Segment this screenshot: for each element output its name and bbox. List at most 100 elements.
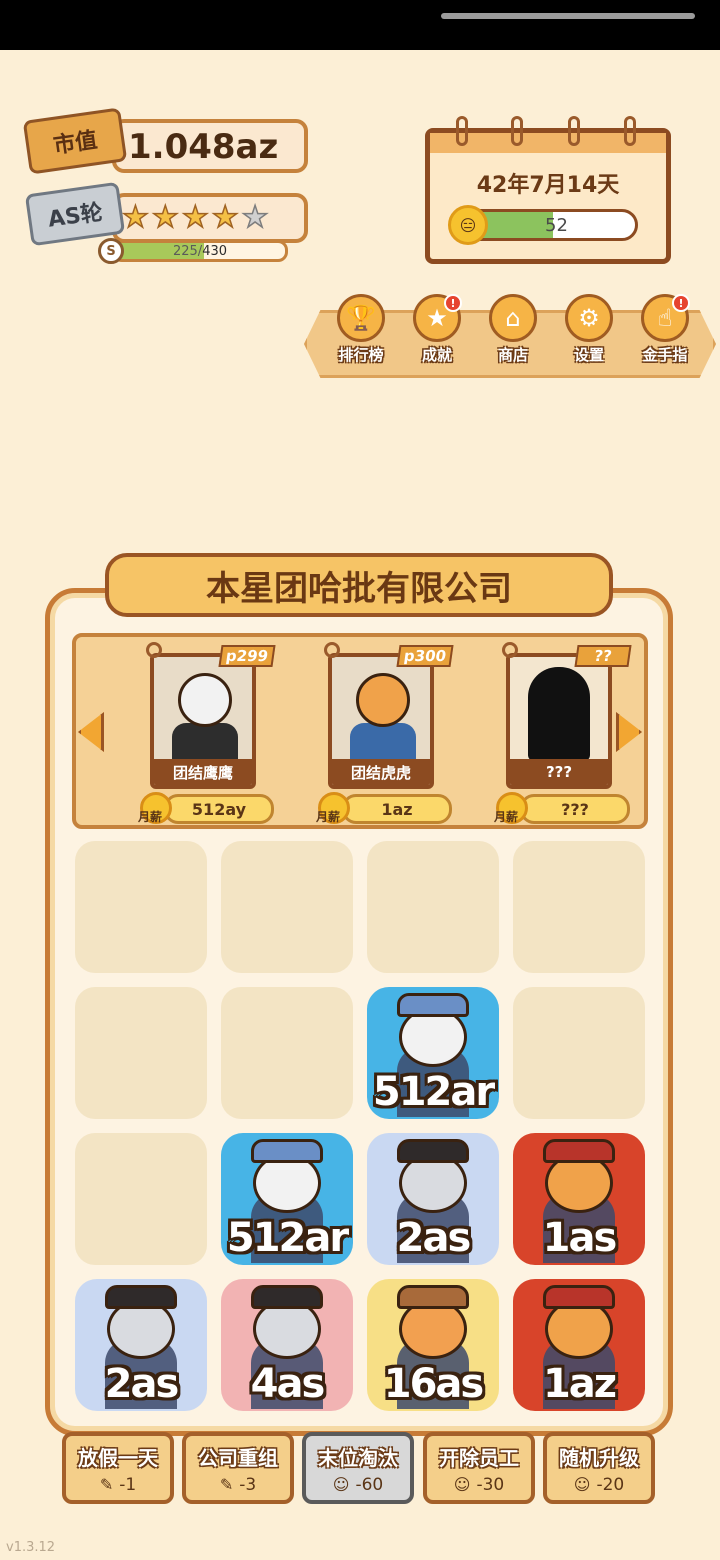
employee-card[interactable]: 团结鹰鹰	[150, 653, 256, 789]
xp-current: 225	[172, 243, 198, 259]
hat-icon	[397, 1285, 469, 1309]
avatar-body	[350, 723, 416, 763]
home-indicator	[441, 13, 695, 19]
mood-face-icon: 😑	[448, 205, 488, 245]
empty-grid-cell[interactable]	[75, 841, 207, 973]
action-name: 开除员工	[439, 1445, 519, 1470]
empty-grid-cell[interactable]	[221, 841, 353, 973]
action-cost-value: -60	[355, 1474, 384, 1495]
hat-icon	[397, 1139, 469, 1163]
hat-icon	[397, 993, 469, 1017]
calendar-panel: 42年7月14天 52 😑	[425, 128, 671, 264]
card-ring-icon	[146, 642, 162, 658]
employee-portrait	[154, 657, 252, 763]
tile-value: 1as	[542, 1215, 618, 1261]
empty-grid-cell[interactable]	[75, 987, 207, 1119]
smile-icon: ☺	[573, 1475, 591, 1494]
empty-grid-cell[interactable]	[513, 841, 645, 973]
employee-salary: ???	[520, 794, 630, 824]
company-name: 本星团哈批有限公司	[206, 568, 512, 609]
action-cost-value: -20	[596, 1474, 625, 1495]
notification-badge: !	[672, 294, 690, 312]
hat-icon	[251, 1139, 323, 1163]
menu-label: 商店	[497, 346, 528, 364]
employee-tile[interactable]: 2as	[75, 1279, 207, 1411]
action-cost-value: -1	[119, 1474, 137, 1495]
action-cost: ✎ -1	[100, 1475, 136, 1495]
star-icon: ★	[151, 200, 179, 235]
employee-tile[interactable]: 1as	[513, 1133, 645, 1265]
market-value-label: 市值	[51, 128, 99, 159]
eagle-avatar	[178, 673, 232, 727]
menu-item-4[interactable]: ☝ 金手指!	[632, 294, 698, 374]
tile-value: 4as	[250, 1361, 326, 1407]
salary-label: 月薪	[494, 810, 519, 824]
hat-icon	[543, 1285, 615, 1309]
employee-tile[interactable]: 4as	[221, 1279, 353, 1411]
employee-card[interactable]: 团结虎虎	[328, 653, 434, 789]
employee-level-tag: p300	[396, 645, 454, 667]
smile-icon: ☺	[453, 1475, 471, 1494]
feather-icon: ✎	[99, 1475, 114, 1494]
action-button-2[interactable]: 末位淘汰 ☺ -60	[302, 1432, 414, 1504]
status-bar	[0, 0, 720, 50]
empty-grid-cell[interactable]	[367, 841, 499, 973]
hat-icon	[105, 1285, 177, 1309]
xp-text: 225/430	[115, 243, 285, 259]
employee-tile[interactable]: 16as	[367, 1279, 499, 1411]
empty-grid-cell[interactable]	[75, 1133, 207, 1265]
gear-icon: ⚙	[565, 294, 613, 342]
employee-name: ???	[510, 759, 608, 785]
empty-grid-cell[interactable]	[221, 987, 353, 1119]
employee-portrait	[332, 657, 430, 763]
empty-grid-cell[interactable]	[513, 987, 645, 1119]
employee-tile[interactable]: 512ar	[221, 1133, 353, 1265]
hat-icon	[251, 1285, 323, 1309]
trophy-icon: 🏆	[337, 294, 385, 342]
employee-name: 团结鹰鹰	[154, 759, 252, 785]
card-ring-icon	[502, 642, 518, 658]
employee-level-tag: ??	[574, 645, 632, 667]
calendar-ring-icon	[456, 116, 468, 146]
action-cost-value: -3	[239, 1474, 257, 1495]
menu-label: 排行榜	[338, 346, 384, 364]
version-label: v1.3.12	[6, 1540, 56, 1555]
employee-tile[interactable]: 512ar	[367, 987, 499, 1119]
employee-salary: 512ay	[164, 794, 274, 824]
tile-value: 512ar	[372, 1069, 495, 1115]
action-name: 公司重组	[198, 1445, 278, 1470]
hat-icon	[543, 1139, 615, 1163]
action-cost: ☺ -60	[333, 1475, 383, 1495]
star-icon: ★	[181, 200, 209, 235]
employee-portrait	[510, 657, 608, 761]
salary-label: 月薪	[138, 810, 163, 824]
action-button-0[interactable]: 放假一天 ✎ -1	[62, 1432, 174, 1504]
menu-item-2[interactable]: ⌂ 商店	[480, 294, 546, 374]
employee-salary: 1az	[342, 794, 452, 824]
menu-item-0[interactable]: 🏆 排行榜	[328, 294, 394, 374]
employee-tile[interactable]: 1az	[513, 1279, 645, 1411]
tile-value: 16as	[383, 1361, 484, 1407]
employee-tile[interactable]: 2as	[367, 1133, 499, 1265]
menu-item-3[interactable]: ⚙ 设置	[556, 294, 622, 374]
menu-label: 成就	[421, 346, 452, 364]
feather-icon: ✎	[219, 1475, 234, 1494]
round-pill: ★ ★ ★ ★ ★	[112, 193, 308, 243]
menu-item-1[interactable]: ★ 成就!	[404, 294, 470, 374]
action-button-1[interactable]: 公司重组 ✎ -3	[182, 1432, 294, 1504]
employee-card[interactable]: ???	[506, 653, 612, 789]
tile-value: 2as	[104, 1361, 180, 1407]
employee-level-tag: p299	[218, 645, 276, 667]
employee-name: 团结虎虎	[332, 759, 430, 785]
menu-label: 金手指	[642, 346, 688, 364]
tile-value: 512ar	[226, 1215, 349, 1261]
action-button-3[interactable]: 开除员工 ☺ -30	[423, 1432, 535, 1504]
action-button-4[interactable]: 随机升级 ☺ -20	[543, 1432, 655, 1504]
tile-value: 1az	[542, 1361, 617, 1407]
mood-value: 52	[545, 215, 568, 236]
action-cost: ☺ -30	[454, 1475, 504, 1495]
action-cost: ☺ -20	[574, 1475, 624, 1495]
star-icon: ★	[241, 200, 269, 235]
action-name: 放假一天	[78, 1445, 158, 1470]
menu-label: 设置	[573, 346, 604, 364]
